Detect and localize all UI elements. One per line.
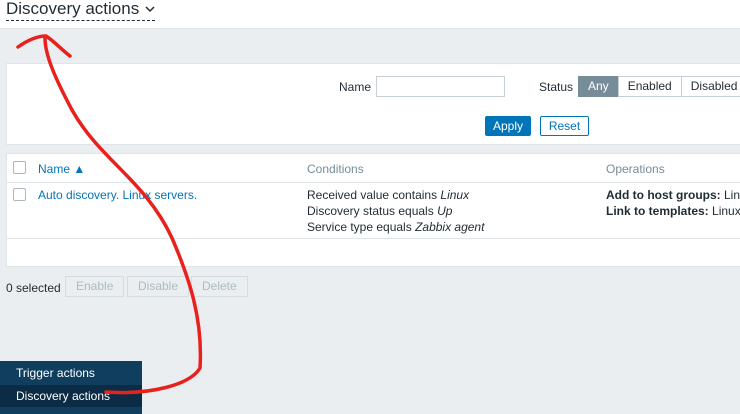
condition-value: Linux: [440, 188, 470, 202]
action-name-link[interactable]: Auto discovery. Linux servers.: [38, 188, 197, 202]
enable-button[interactable]: Enable: [65, 276, 125, 297]
selected-count: 0 selected: [6, 281, 61, 295]
filter-panel: Name Status Any Enabled Disabled Apply R…: [6, 63, 740, 145]
name-filter-input[interactable]: [376, 76, 505, 97]
condition-line: Received value contains Linux: [307, 188, 469, 202]
operation-line: Link to templates: Linux by /: [606, 204, 740, 218]
status-any-option[interactable]: Any: [578, 76, 619, 97]
reset-button[interactable]: Reset: [540, 116, 589, 136]
disable-button[interactable]: Disable: [127, 276, 190, 297]
condition-value: Zabbix agent: [415, 220, 485, 234]
condition-value: Up: [437, 204, 453, 218]
menu-item-discovery-actions[interactable]: Discovery actions: [0, 385, 142, 407]
status-enabled-option[interactable]: Enabled: [617, 76, 682, 97]
condition-text: Received value contains: [307, 188, 441, 202]
table-row: Auto discovery. Linux servers. Received …: [7, 182, 740, 239]
table-header: Name ▲ Conditions Operations: [7, 154, 740, 183]
menu-item-trigger-actions[interactable]: Trigger actions: [0, 362, 142, 384]
operation-value: Linux by /: [712, 204, 740, 218]
status-filter-segmented: Any Enabled Disabled: [578, 76, 740, 97]
actions-submenu: Trigger actions Discovery actions: [0, 361, 142, 414]
operation-line: Add to host groups: Linux s: [606, 188, 740, 202]
select-all-checkbox[interactable]: [13, 161, 26, 174]
delete-button[interactable]: Delete: [191, 276, 248, 297]
condition-text: Discovery status equals: [307, 204, 438, 218]
condition-line: Service type equals Zabbix agent: [307, 220, 484, 234]
page-header: Discovery actions: [0, 0, 740, 29]
status-filter-label: Status: [539, 80, 574, 94]
condition-line: Discovery status equals Up: [307, 204, 452, 218]
operation-value: Linux s: [723, 188, 740, 202]
condition-text: Service type equals: [307, 220, 416, 234]
page-title-dropdown[interactable]: Discovery actions: [6, 0, 156, 21]
name-filter-label: Name: [339, 80, 372, 94]
column-header-operations: Operations: [606, 162, 665, 176]
apply-button[interactable]: Apply: [485, 116, 531, 136]
operation-label: Add to host groups:: [606, 188, 721, 202]
status-disabled-option[interactable]: Disabled: [680, 76, 740, 97]
page-title: Discovery actions: [6, 0, 140, 18]
row-checkbox[interactable]: [13, 188, 26, 201]
column-header-name[interactable]: Name ▲: [38, 162, 85, 176]
chevron-down-icon: [145, 6, 155, 13]
operation-label: Link to templates:: [606, 204, 709, 218]
column-header-conditions: Conditions: [307, 162, 364, 176]
actions-table: Name ▲ Conditions Operations Auto discov…: [6, 153, 740, 267]
